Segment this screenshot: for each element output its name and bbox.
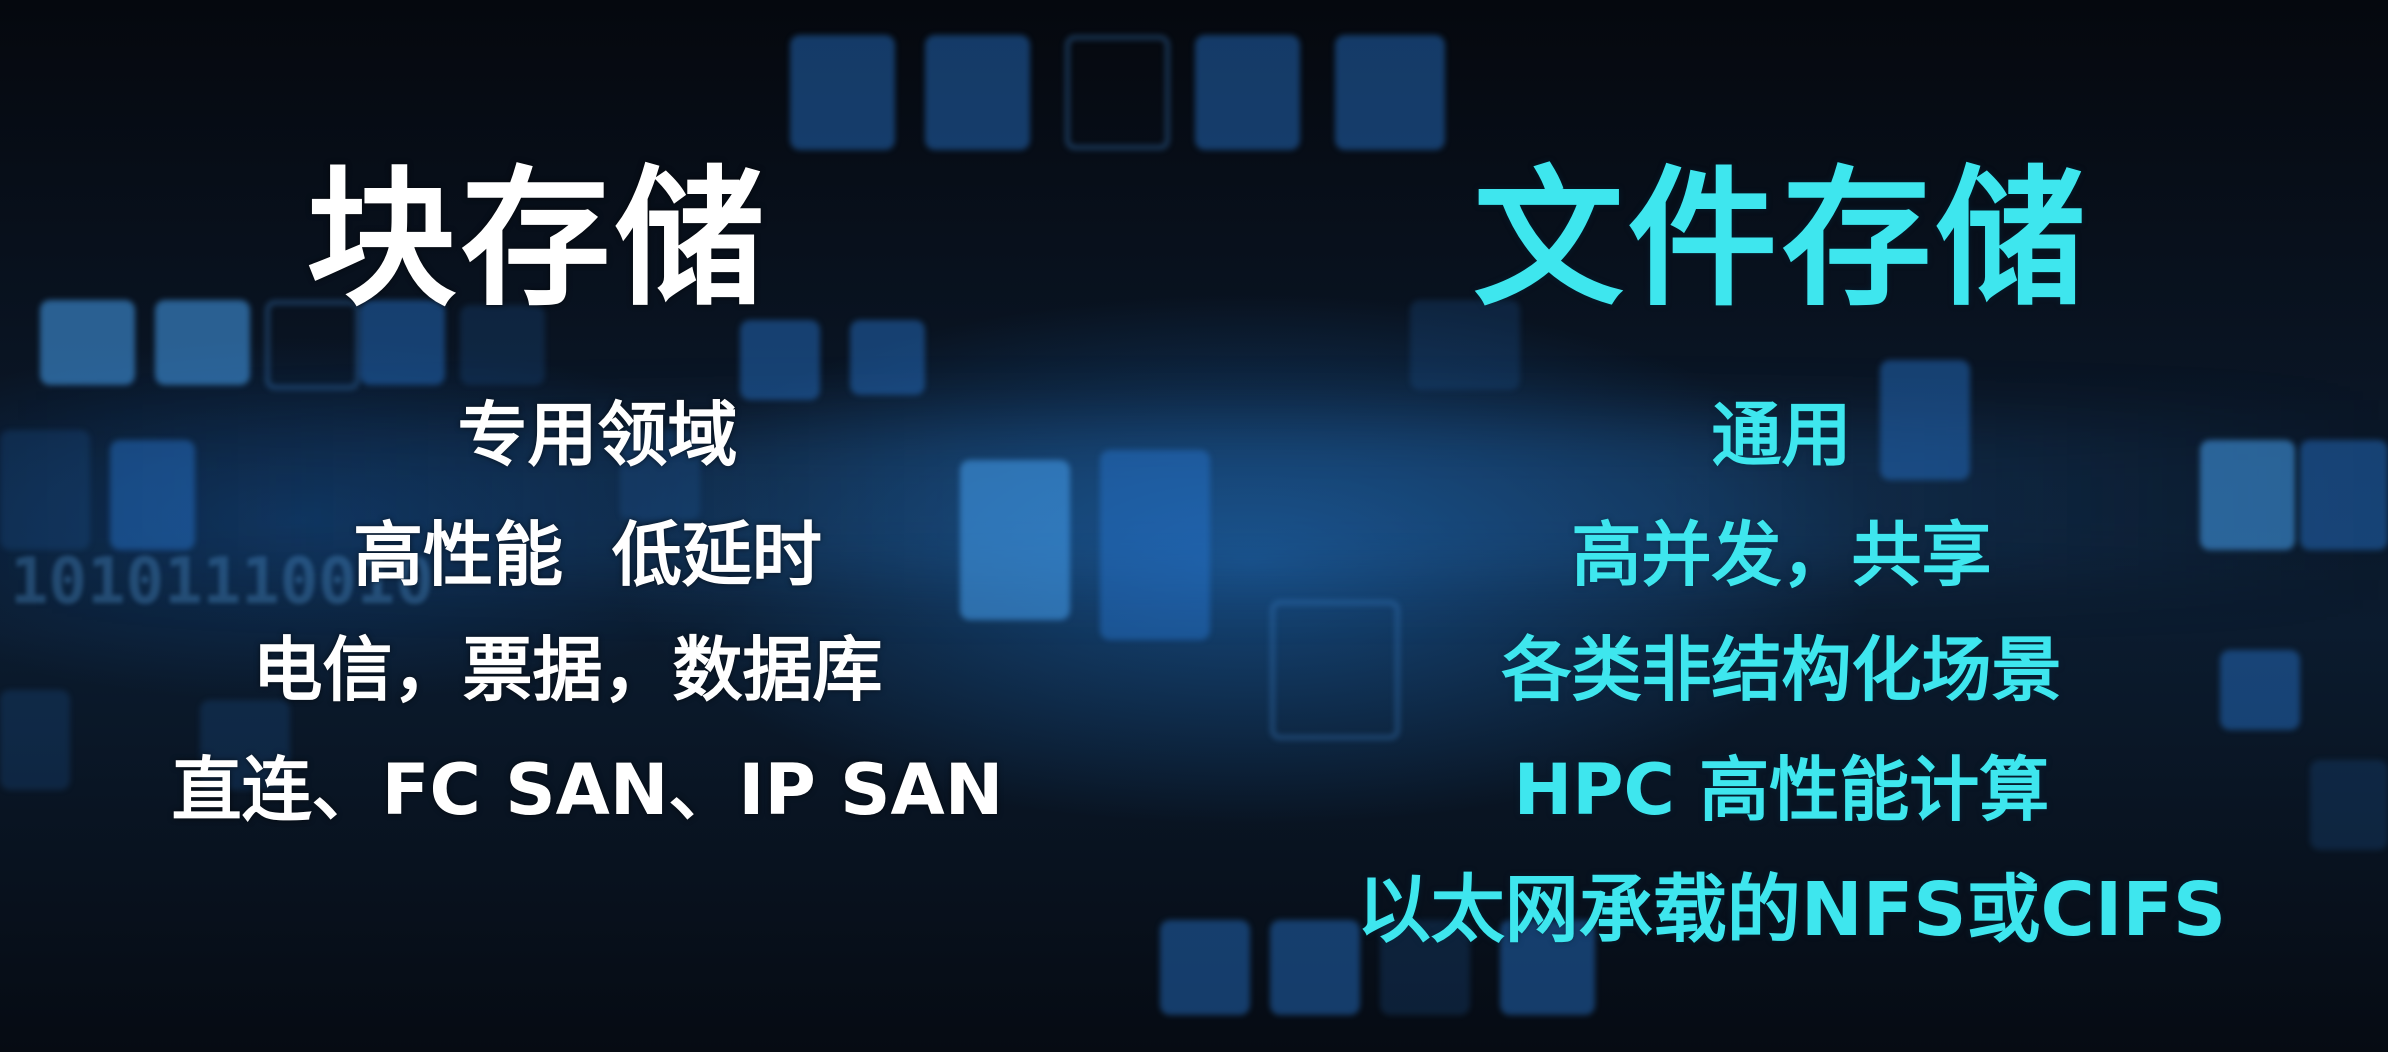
- file-storage-line: HPC 高性能计算: [1513, 749, 2050, 831]
- bg-tile: [1195, 35, 1300, 150]
- bg-tile: [790, 35, 895, 150]
- block-storage-line: 专用领域: [457, 394, 738, 476]
- block-storage-title: 块存储: [306, 153, 769, 327]
- file-storage-line: 通用: [1711, 394, 1852, 476]
- bg-tile: [740, 320, 820, 400]
- file-storage-line: 各类非结构化场景: [1501, 629, 2062, 711]
- file-storage-line: 高并发，共享: [1571, 514, 1992, 596]
- block-storage-line: 高性能 低延时: [353, 514, 822, 596]
- block-storage-line: 电信，票据，数据库: [252, 629, 883, 711]
- file-storage-line: 以太网承载的NFS或CIFS: [1356, 867, 2227, 953]
- bg-tile: [925, 35, 1030, 150]
- bg-tile: [850, 320, 925, 395]
- block-storage-line: 直连、FC SAN、IP SAN: [171, 749, 1004, 831]
- slide: 10101110010 块存储 专用领域 高性能 低延时 电信，票据，数据库 直…: [0, 0, 2388, 1052]
- bg-tile: [1065, 35, 1170, 150]
- bg-tile: [1335, 35, 1445, 150]
- file-storage-title: 文件存储: [1473, 153, 2090, 327]
